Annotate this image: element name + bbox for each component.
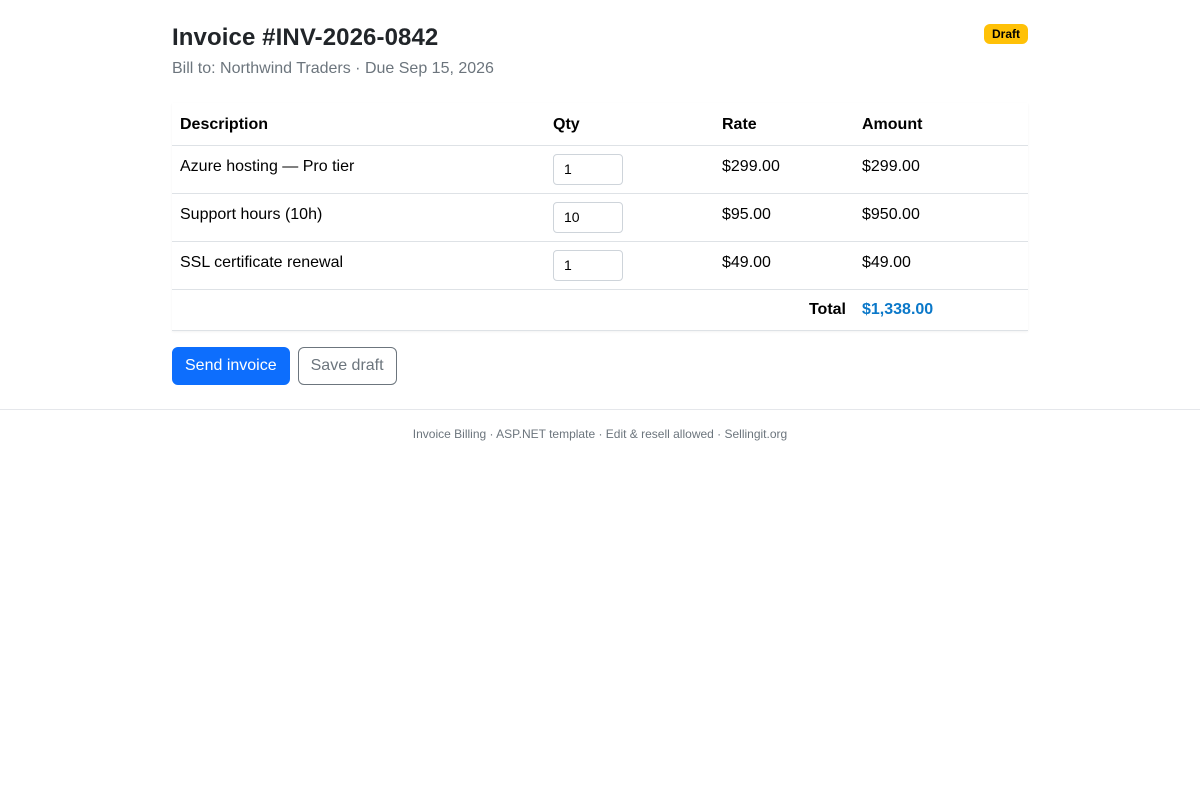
row-description: SSL certificate renewal xyxy=(180,253,344,271)
column-header-qty: Qty xyxy=(545,103,714,146)
total-spacer xyxy=(172,289,545,330)
invoice-container: Invoice #INV-2026-0842 Bill to: Northwin… xyxy=(172,0,1028,385)
row-amount: $49.00 xyxy=(862,253,911,271)
row-amount: $950.00 xyxy=(862,205,920,223)
column-header-description: Description xyxy=(172,103,545,146)
table-row: SSL certificate renewal $49.00 $49.00 xyxy=(172,241,1028,289)
table-row: Support hours (10h) $95.00 $950.00 xyxy=(172,193,1028,241)
bill-to-line: Bill to: Northwind Traders · Due Sep 15,… xyxy=(172,60,494,77)
row-rate: $299.00 xyxy=(722,157,780,175)
invoice-header: Invoice #INV-2026-0842 Bill to: Northwin… xyxy=(172,0,1028,100)
save-draft-button[interactable]: Save draft xyxy=(297,347,397,385)
total-row: Total $1,338.00 xyxy=(172,289,1028,330)
column-header-rate: Rate xyxy=(714,103,854,146)
table-row: Azure hosting — Pro tier $299.00 $299.00 xyxy=(172,145,1028,193)
total-spacer xyxy=(545,289,714,330)
total-label: Total xyxy=(808,300,846,318)
qty-input[interactable] xyxy=(553,249,623,281)
page-footer: Invoice Billing · ASP.NET template · Edi… xyxy=(0,409,1200,459)
row-rate: $95.00 xyxy=(722,205,771,223)
row-rate: $49.00 xyxy=(722,253,771,271)
table-header-row: Description Qty Rate Amount xyxy=(172,103,1028,146)
qty-input[interactable] xyxy=(553,201,623,233)
row-description: Azure hosting — Pro tier xyxy=(180,157,355,175)
row-qty-cell xyxy=(545,241,714,289)
qty-input[interactable] xyxy=(553,153,623,185)
row-amount: $299.00 xyxy=(862,157,920,175)
row-qty-cell xyxy=(545,193,714,241)
invoice-title: Invoice #INV-2026-0842 xyxy=(172,24,439,51)
footer-text: Invoice Billing · ASP.NET template · Edi… xyxy=(412,427,788,441)
invoice-actions: Send invoice Save draft xyxy=(172,347,397,385)
row-qty-cell xyxy=(545,145,714,193)
send-invoice-button[interactable]: Send invoice xyxy=(172,347,290,385)
total-value: $1,338.00 xyxy=(862,300,934,318)
row-description: Support hours (10h) xyxy=(180,205,323,223)
column-header-amount: Amount xyxy=(854,103,1028,146)
status-badge: Draft xyxy=(983,24,1028,44)
line-items-table: Description Qty Rate Amount Azure hostin… xyxy=(172,103,1028,331)
